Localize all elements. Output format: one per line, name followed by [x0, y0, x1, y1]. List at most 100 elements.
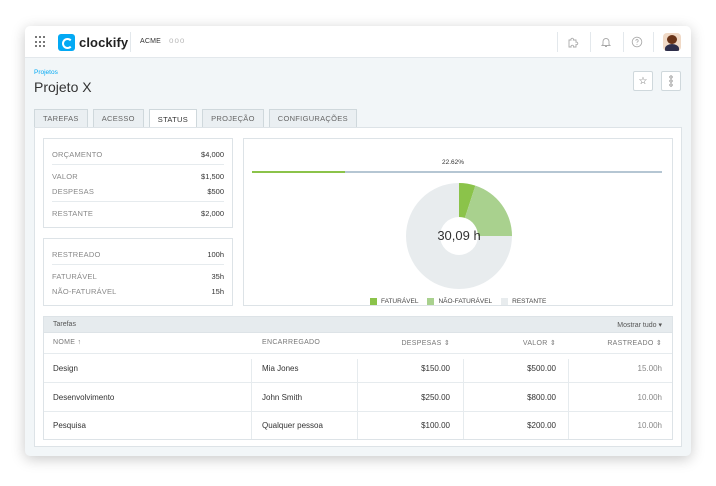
tasks-header: Tarefas Mostrar tudo ▾ — [44, 317, 672, 333]
col-expenses-header[interactable]: DESPESAS ⇕ — [401, 339, 450, 347]
tab-projecao[interactable]: PROJEÇÃO — [202, 109, 264, 127]
divider — [52, 264, 224, 265]
status-panel: ORÇAMENTO $4,000 VALOR $1,500 DESPESAS $… — [34, 127, 682, 447]
tracked-row: RESTREADO 100h — [52, 247, 224, 261]
expenses-amount: $500 — [207, 186, 224, 196]
remaining-amount: $2,000 — [201, 208, 224, 218]
legend-non-billable: NÃO-FATURÁVEL — [427, 298, 492, 305]
legend-swatch — [370, 298, 377, 305]
billable-label: FATURÁVEL — [52, 271, 98, 281]
hours-card: RESTREADO 100h FATURÁVEL 35h NÃO-FATURÁV… — [43, 238, 233, 306]
tracked-value: 100h — [207, 249, 224, 259]
task-assignee: Qualquer pessoa — [262, 421, 323, 430]
puzzle-icon[interactable] — [565, 34, 581, 50]
legend-swatch — [501, 298, 509, 305]
col-tracked-header[interactable]: RASTREADO ⇕ — [607, 339, 662, 347]
task-tracked: 10.00h — [637, 393, 662, 402]
project-tabs: TAREFAS ACESSO STATUS PROJEÇÃO CONFIGURA… — [34, 109, 362, 128]
tab-tarefas[interactable]: TAREFAS — [34, 109, 88, 127]
divider — [557, 32, 558, 52]
task-name[interactable]: Design — [53, 364, 78, 373]
task-name[interactable]: Pesquisa — [53, 421, 86, 430]
task-name[interactable]: Desenvolvimento — [53, 393, 114, 402]
task-assignee: John Smith — [262, 393, 303, 402]
chart-card: 22.62% 30,09 h FATURÁVEL NÃO-FATURÁVEL R… — [243, 138, 673, 306]
workspace-name[interactable]: ACME — [140, 38, 161, 45]
task-value: $500.00 — [527, 364, 556, 373]
favorite-button[interactable]: ☆ — [633, 71, 653, 91]
progress-bar — [252, 171, 662, 173]
divider — [52, 201, 224, 202]
col-value-header[interactable]: VALOR ⇕ — [523, 339, 556, 347]
billable-row: FATURÁVEL 35h — [52, 269, 224, 283]
non-billable-label: NÃO-FATURÁVEL — [52, 286, 117, 296]
value-label: VALOR — [52, 171, 78, 181]
app-window: clockify ACME ooo Projetos Projeto X ☆ T… — [25, 26, 691, 456]
tasks-title: Tarefas — [53, 321, 76, 328]
star-icon: ☆ — [638, 75, 648, 87]
budget-value: $4,000 — [201, 149, 224, 159]
tracked-label: RESTREADO — [52, 249, 101, 259]
column-divider — [251, 359, 252, 439]
value-amount: $1,500 — [201, 171, 224, 181]
show-all-dropdown[interactable]: Mostrar tudo ▾ — [617, 321, 662, 329]
col-assignee-header: ENCARREGADO — [262, 339, 321, 346]
divider — [44, 382, 672, 383]
column-divider — [568, 359, 569, 439]
billable-value: 35h — [211, 271, 224, 281]
tasks-table: Tarefas Mostrar tudo ▾ NOME ↑ ENCARREGAD… — [43, 316, 673, 440]
non-billable-row: NÃO-FATURÁVEL 15h — [52, 284, 224, 298]
task-expenses: $100.00 — [421, 421, 450, 430]
remaining-row: RESTANTE $2,000 — [52, 206, 224, 220]
tab-status[interactable]: STATUS — [148, 109, 198, 128]
tab-acesso[interactable]: ACESSO — [92, 109, 144, 127]
progress-percent: 22.62% — [441, 159, 465, 166]
workspace-menu[interactable]: ooo — [169, 36, 185, 45]
legend-label: FATURÁVEL — [381, 298, 419, 305]
apps-grid-icon[interactable] — [35, 36, 47, 48]
task-value: $800.00 — [527, 393, 556, 402]
legend-swatch — [427, 298, 435, 305]
budget-row: ORÇAMENTO $4,000 — [52, 147, 224, 161]
task-tracked: 15.00h — [637, 364, 662, 373]
progress-bar-fill — [252, 171, 345, 173]
logo[interactable]: clockify — [58, 33, 128, 51]
task-expenses: $150.00 — [421, 364, 450, 373]
budget-card: ORÇAMENTO $4,000 VALOR $1,500 DESPESAS $… — [43, 138, 233, 228]
chart-legend: FATURÁVEL NÃO-FATURÁVEL RESTANTE — [370, 298, 555, 305]
budget-label: ORÇAMENTO — [52, 149, 103, 159]
donut-chart: 30,09 h — [406, 183, 512, 289]
expenses-row: DESPESAS $500 — [52, 184, 224, 198]
divider — [44, 411, 672, 412]
task-tracked: 10.00h — [637, 421, 662, 430]
column-divider — [463, 359, 464, 439]
more-options-button[interactable] — [661, 71, 681, 91]
breadcrumb[interactable]: Projetos — [34, 69, 58, 76]
logo-text: clockify — [79, 34, 129, 50]
legend-remaining: RESTANTE — [501, 298, 546, 305]
divider — [130, 32, 131, 52]
legend-label: RESTANTE — [512, 298, 547, 305]
remaining-label: RESTANTE — [52, 208, 94, 218]
bell-icon[interactable] — [598, 34, 614, 50]
divider — [590, 32, 591, 52]
clockify-logo-icon — [58, 33, 75, 51]
divider — [44, 353, 672, 354]
divider — [623, 32, 624, 52]
col-name-header[interactable]: NOME ↑ — [53, 339, 81, 346]
top-bar: clockify ACME ooo — [25, 26, 691, 58]
task-assignee: Mia Jones — [262, 364, 299, 373]
value-row: VALOR $1,500 — [52, 169, 224, 183]
non-billable-value: 15h — [211, 286, 224, 296]
user-avatar[interactable] — [663, 33, 681, 51]
divider — [653, 32, 654, 52]
column-divider — [357, 359, 358, 439]
donut-center-label: 30,09 h — [437, 228, 480, 243]
tab-configuracoes[interactable]: CONFIGURAÇÕES — [268, 109, 357, 127]
legend-label: NÃO-FATURÁVEL — [438, 298, 493, 305]
task-value: $200.00 — [527, 421, 556, 430]
page-title: Projeto X — [34, 79, 92, 95]
help-icon[interactable] — [629, 34, 645, 50]
more-vertical-icon — [669, 75, 673, 87]
expenses-label: DESPESAS — [52, 186, 95, 196]
